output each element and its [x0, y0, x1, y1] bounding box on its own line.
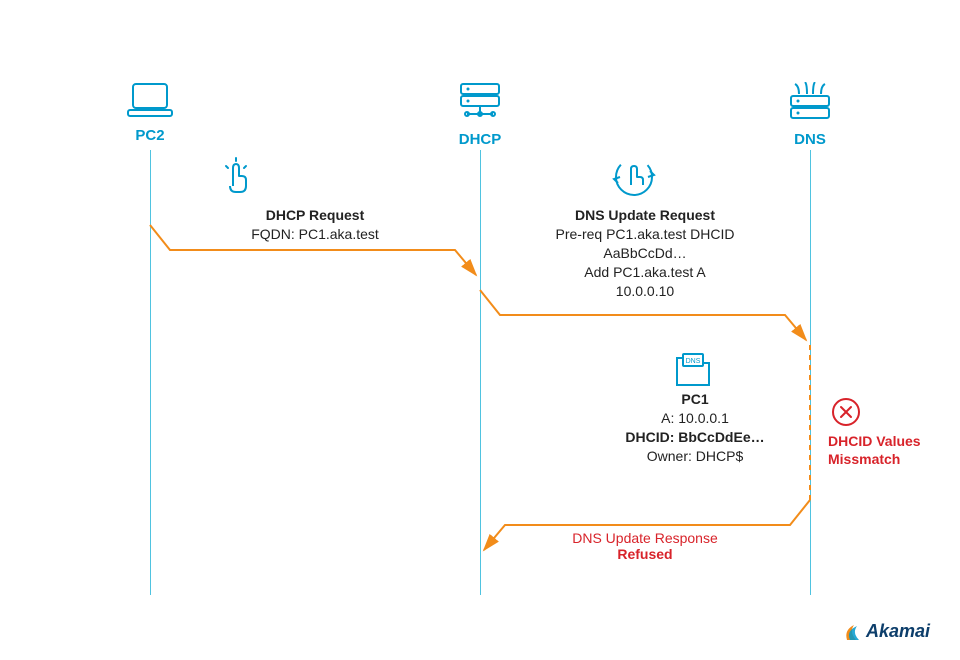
mismatch-line2: Missmatch: [828, 450, 921, 468]
server-icon: [457, 82, 503, 122]
click-hand-icon-1: [226, 158, 246, 192]
lifeline-dns: [810, 150, 811, 595]
dns-record-owner: Owner: DHCP$: [590, 447, 800, 466]
actor-dhcp: DHCP: [440, 82, 520, 148]
msg1-title: DHCP Request: [155, 206, 475, 225]
msg2-line2: AaBbCcDd…: [490, 244, 800, 263]
msg2-line4: 10.0.0.10: [490, 282, 800, 301]
msg2-line3: Add PC1.aka.test A: [490, 263, 800, 282]
dns-record-a: A: 10.0.0.1: [590, 409, 800, 428]
msg-dhcp-request: DHCP Request FQDN: PC1.aka.test: [155, 206, 475, 244]
error-x-icon: [833, 399, 859, 425]
laptop-icon: [127, 82, 173, 118]
msg2-title: DNS Update Request: [490, 206, 800, 225]
dns-record-dhcid: DHCID: BbCcDdEe…: [590, 428, 800, 447]
brand-text: Akamai: [866, 621, 930, 642]
actor-dns: DNS: [770, 82, 850, 148]
svg-text:DNS: DNS: [686, 358, 701, 365]
msg-dns-update-request: DNS Update Request Pre-req PC1.aka.test …: [490, 206, 800, 300]
actor-label-pc2: PC2: [110, 127, 190, 144]
click-refresh-icon: [614, 159, 654, 195]
response-line2: Refused: [617, 546, 672, 562]
mismatch-label: DHCID Values Missmatch: [828, 432, 921, 468]
lifeline-pc2: [150, 150, 151, 595]
dns-record-name: PC1: [590, 390, 800, 409]
actor-pc2: PC2: [110, 82, 190, 144]
mismatch-line1: DHCID Values: [828, 432, 921, 450]
actor-label-dns: DNS: [770, 131, 850, 148]
brand-swoosh-icon: [844, 622, 864, 642]
sequence-diagram: PC2 DHCP DNS: [0, 0, 960, 660]
lifeline-dhcp: [480, 150, 481, 595]
response-line1: DNS Update Response: [572, 530, 718, 546]
dns-record-block: PC1 A: 10.0.0.1 DHCID: BbCcDdEe… Owner: …: [590, 390, 800, 466]
dns-server-icon: [787, 82, 833, 122]
response-label: DNS Update Response Refused: [490, 530, 800, 562]
actor-label-dhcp: DHCP: [440, 131, 520, 148]
dns-folder-icon: DNS: [677, 354, 709, 385]
msg2-line1: Pre-req PC1.aka.test DHCID: [490, 225, 800, 244]
msg1-line1: FQDN: PC1.aka.test: [155, 225, 475, 244]
brand-logo: Akamai: [844, 621, 930, 642]
